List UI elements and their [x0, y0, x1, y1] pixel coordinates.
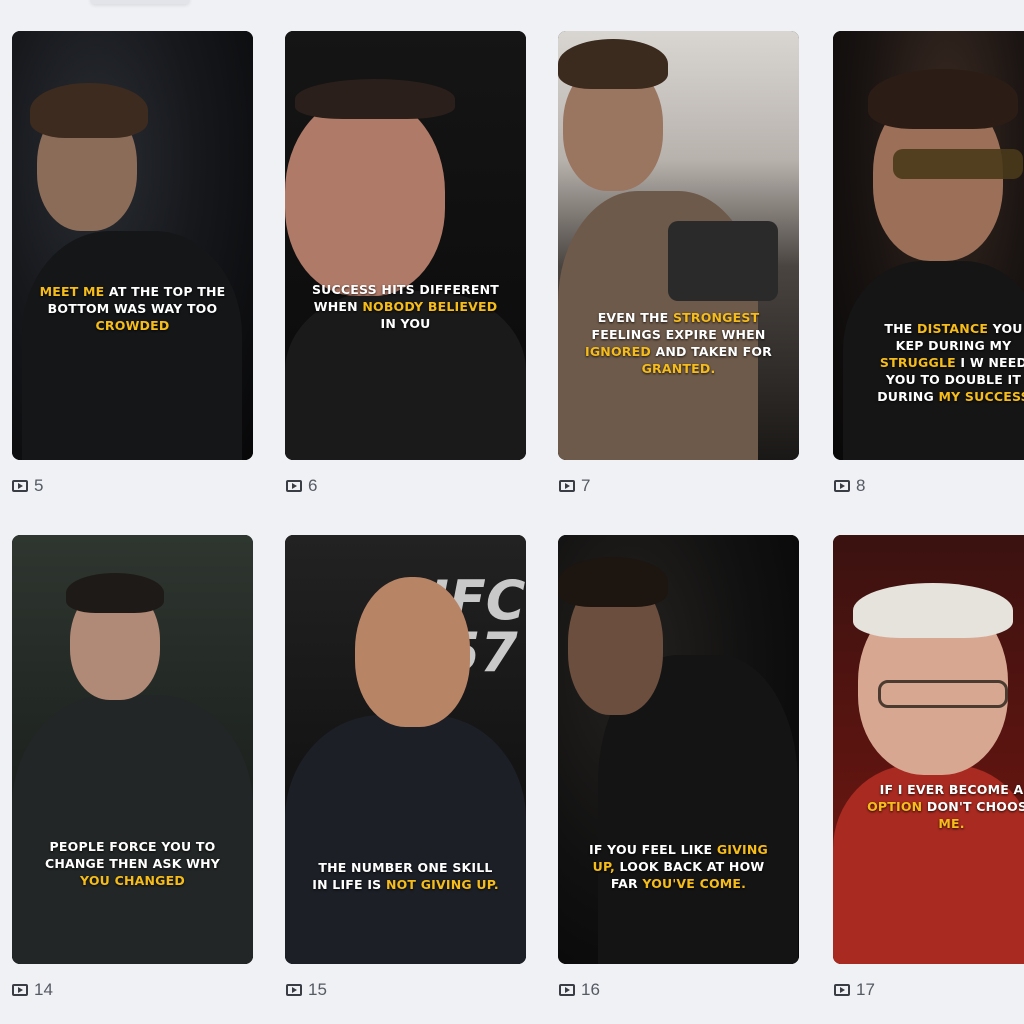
video-count-8: 8 [834, 476, 865, 496]
quote-highlight: NOBODY BELIEVED [362, 299, 498, 314]
video-card-14[interactable]: PEOPLE FORCE YOU TO CHANGE THEN ASK WHY … [12, 535, 253, 964]
video-count-label: 17 [856, 980, 875, 999]
quote-segment: IN YOU [380, 316, 431, 331]
video-count-7: 7 [559, 476, 590, 496]
video-count-label: 5 [34, 476, 44, 495]
video-card-17[interactable]: IF I EVER BECOME A OPTION DON'T CHOOSE M… [833, 535, 1024, 964]
dumbbell-icon [668, 221, 778, 301]
glasses-icon [878, 680, 1008, 708]
quote-highlight: STRUGGLE [879, 355, 956, 370]
video-icon [559, 984, 575, 996]
portrait-hair [30, 83, 148, 138]
video-icon [834, 480, 850, 492]
video-count-label: 6 [308, 476, 318, 495]
quote-segment: EVEN THE [597, 310, 673, 325]
video-count-5: 5 [12, 476, 43, 496]
quote-text: SUCCESS HITS DIFFERENT WHEN NOBODY BELIE… [309, 281, 502, 332]
video-icon [12, 480, 28, 492]
video-count-label: 14 [34, 980, 53, 999]
portrait-body [12, 695, 253, 964]
quote-segment: PEOPLE FORCE YOU TO CHANGE THEN ASK WHY [44, 839, 221, 871]
portrait-head [285, 96, 445, 296]
quote-text: MEET ME AT THE TOP THE BOTTOM WAS WAY TO… [36, 283, 229, 334]
video-icon [286, 480, 302, 492]
quote-text: THE NUMBER ONE SKILL IN LIFE IS NOT GIVI… [309, 859, 502, 893]
video-count-label: 8 [856, 476, 866, 495]
quote-segment: FEELINGS EXPIRE WHEN [591, 327, 766, 342]
video-card-15[interactable]: UFC 257 THE NUMBER ONE SKILL IN LIFE IS … [285, 535, 526, 964]
quote-text: THE DISTANCE YOU KEP DURING MY STRUGGLE … [869, 320, 1024, 405]
quote-highlight: GRANTED. [641, 361, 716, 376]
quote-segment: THE [884, 321, 918, 336]
quote-segment: AND TAKEN FOR [650, 344, 773, 359]
video-count-6: 6 [286, 476, 317, 496]
video-count-label: 16 [581, 980, 600, 999]
portrait-hair [295, 79, 455, 119]
quote-highlight: DISTANCE [917, 321, 989, 336]
video-card-7[interactable]: EVEN THE STRONGEST FEELINGS EXPIRE WHEN … [558, 31, 799, 460]
video-icon [559, 480, 575, 492]
quote-text: IF YOU FEEL LIKE GIVING UP, LOOK BACK AT… [582, 841, 775, 892]
video-count-label: 7 [581, 476, 591, 495]
portrait-head [355, 577, 470, 727]
quote-highlight: OPTION [867, 799, 923, 814]
quote-highlight: YOU CHANGED [80, 873, 185, 888]
quote-highlight: MY SUCCESS [938, 389, 1024, 404]
quote-highlight: STRONGEST [672, 310, 760, 325]
portrait-hair [853, 583, 1013, 638]
video-count-17: 17 [834, 980, 875, 1000]
video-card-16[interactable]: IF YOU FEEL LIKE GIVING UP, LOOK BACK AT… [558, 535, 799, 964]
quote-text: EVEN THE STRONGEST FEELINGS EXPIRE WHEN … [582, 309, 775, 377]
video-icon [12, 984, 28, 996]
sunglasses-icon [893, 149, 1023, 179]
quote-highlight: MEET ME [39, 284, 105, 299]
portrait-hair [558, 39, 668, 89]
quote-highlight: NOT GIVING UP. [385, 877, 499, 892]
portrait-body [22, 231, 242, 460]
portrait-hair [868, 69, 1018, 129]
portrait-body [285, 715, 526, 964]
quote-text: IF I EVER BECOME A OPTION DON'T CHOOSE M… [867, 781, 1024, 832]
quote-segment: DON'T CHOOSE [926, 799, 1024, 814]
video-icon [286, 984, 302, 996]
quote-highlight: IGNORED [584, 344, 651, 359]
video-count-label: 15 [308, 980, 327, 999]
quote-highlight: YOU'VE COME. [642, 876, 747, 891]
quote-highlight: ME. [938, 816, 965, 831]
portrait-hair [558, 557, 668, 607]
video-card-5[interactable]: MEET ME AT THE TOP THE BOTTOM WAS WAY TO… [12, 31, 253, 460]
quote-segment: IF YOU FEEL LIKE [589, 842, 717, 857]
top-tab-indicator [90, 0, 190, 4]
quote-segment: IF I EVER BECOME A [879, 782, 1024, 797]
video-count-16: 16 [559, 980, 600, 1000]
quote-highlight: CROWDED [95, 318, 170, 333]
quote-text: PEOPLE FORCE YOU TO CHANGE THEN ASK WHY … [36, 838, 229, 889]
video-card-6[interactable]: SUCCESS HITS DIFFERENT WHEN NOBODY BELIE… [285, 31, 526, 460]
video-icon [834, 984, 850, 996]
video-card-8[interactable]: THE DISTANCE YOU KEP DURING MY STRUGGLE … [833, 31, 1024, 460]
portrait-hair [66, 573, 164, 613]
video-count-14: 14 [12, 980, 53, 1000]
video-count-15: 15 [286, 980, 327, 1000]
